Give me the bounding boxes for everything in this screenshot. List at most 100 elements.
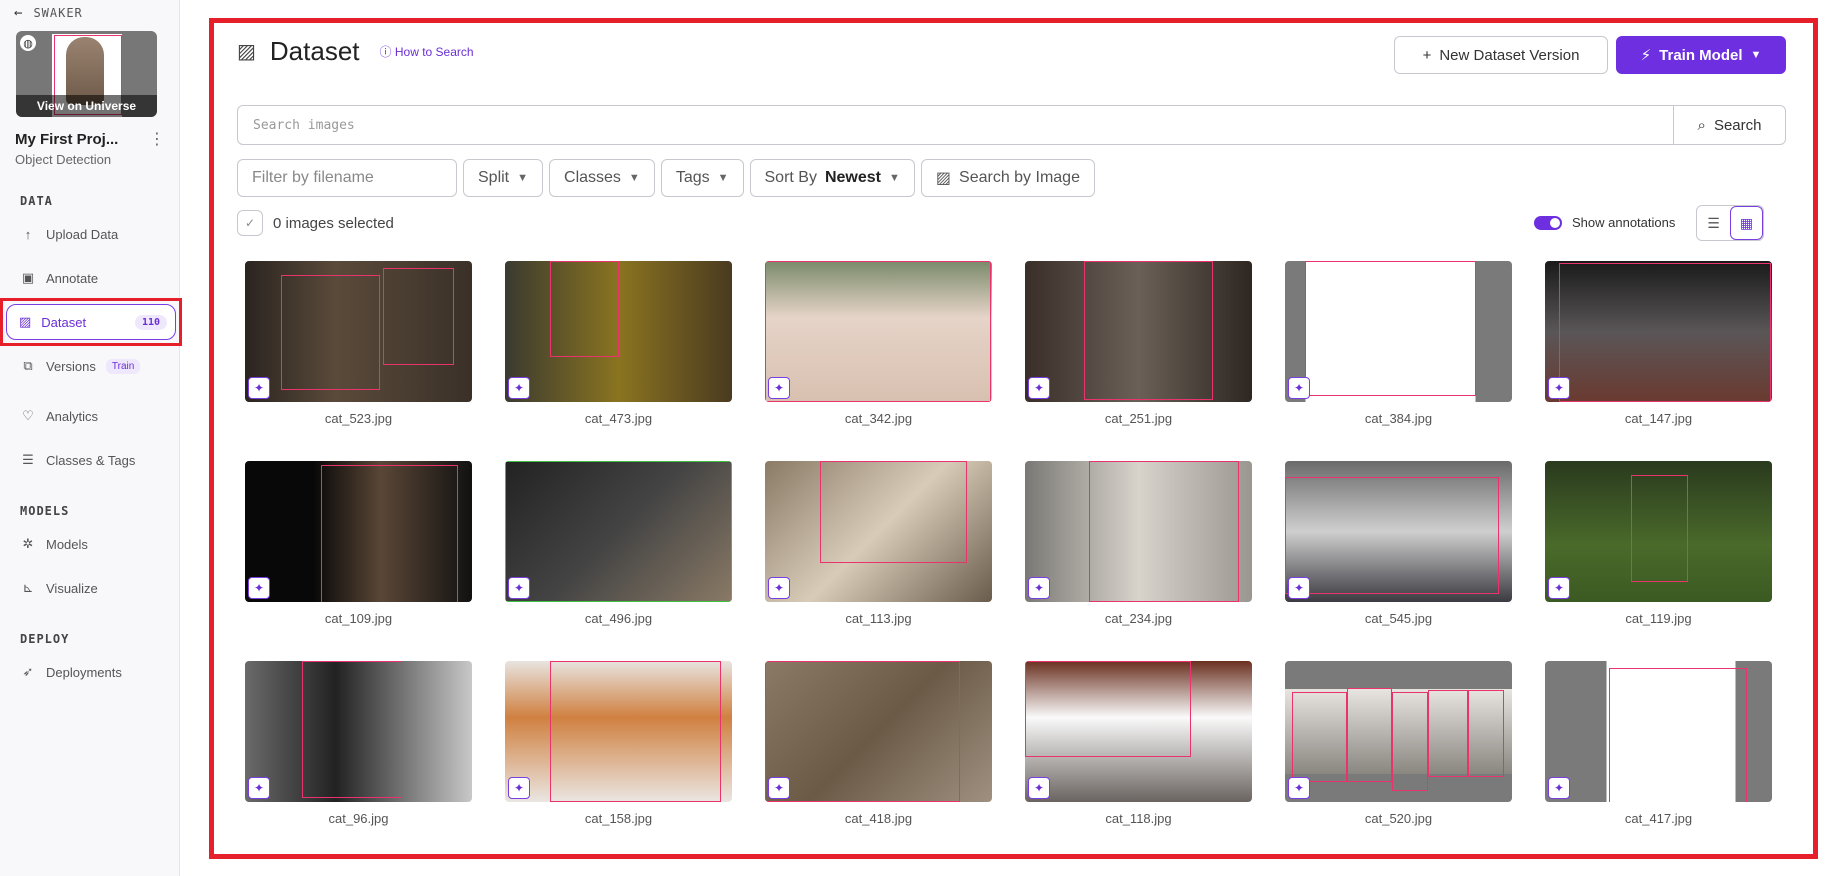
grid-view-button[interactable]: ▦ (1730, 206, 1763, 240)
image-card[interactable]: ✦ cat_418.jpg (765, 661, 992, 861)
more-icon[interactable]: ⋮ (149, 131, 165, 148)
search-by-image-button[interactable]: ▨ Search by Image (920, 159, 1095, 197)
bounding-box (302, 661, 402, 799)
view-on-universe[interactable]: View on Universe (16, 95, 157, 117)
sort-dropdown[interactable]: Sort By Newest ▼ (749, 159, 915, 197)
bounding-box (1346, 687, 1392, 782)
image-card[interactable]: ✦ cat_496.jpg (505, 461, 732, 661)
image-thumbnail[interactable]: ✦ (765, 461, 992, 602)
project-name[interactable]: My First Proj... (15, 131, 118, 148)
image-filename: cat_520.jpg (1364, 811, 1433, 826)
image-card[interactable]: ✦ cat_113.jpg (765, 461, 992, 661)
image-thumbnail[interactable]: ✦ (505, 461, 732, 602)
new-dataset-version-button[interactable]: + New Dataset Version (1394, 36, 1608, 74)
sidebar-item-dataset[interactable]: ▨ Dataset 110 (6, 304, 176, 340)
sidebar-item-label: Analytics (46, 408, 99, 424)
tags-dropdown[interactable]: Tags ▼ (660, 159, 744, 197)
dataset-count-badge: 110 (134, 314, 167, 330)
image-card[interactable]: ✦ cat_342.jpg (765, 261, 992, 461)
image-card[interactable]: ✦ cat_118.jpg (1025, 661, 1252, 861)
classes-dropdown[interactable]: Classes ▼ (549, 159, 655, 197)
search-icon: ⌕ (1697, 116, 1706, 134)
image-thumbnail[interactable]: ✦ (245, 461, 472, 602)
selection-row: ✓ 0 images selected (237, 210, 394, 236)
image-thumbnail[interactable]: ✦ (1285, 661, 1512, 802)
train-model-button[interactable]: ⚡ Train Model ▼ (1616, 36, 1786, 74)
image-thumbnail[interactable]: ✦ (245, 261, 472, 402)
annotated-icon: ✦ (508, 577, 530, 599)
bounding-box (819, 461, 968, 564)
image-card[interactable]: ✦ cat_545.jpg (1285, 461, 1512, 661)
how-to-search-link[interactable]: ⓘ How to Search (380, 43, 474, 60)
globe-icon: ◍ (20, 35, 36, 51)
sidebar-item-deployments[interactable]: ➶ Deployments (0, 654, 179, 690)
sidebar-item-label: Annotate (46, 270, 99, 286)
image-thumbnail[interactable]: ✦ (765, 261, 992, 402)
image-thumbnail[interactable]: ✦ (245, 661, 472, 802)
image-thumbnail[interactable]: ✦ (1545, 461, 1772, 602)
image-card[interactable]: ✦ cat_251.jpg (1025, 261, 1252, 461)
dataset-panel: ▨ Dataset ⓘ How to Search + New Dataset … (209, 18, 1818, 859)
section-data: DATA (20, 194, 53, 208)
chevron-down-icon: ▼ (1750, 49, 1762, 61)
image-thumbnail[interactable]: ✦ (765, 661, 992, 802)
annotated-icon: ✦ (1288, 377, 1310, 399)
image-filename: cat_384.jpg (1364, 411, 1433, 426)
sidebar-item-versions[interactable]: ⧉ Versions Train (0, 348, 179, 384)
sidebar-item-label: Deployments (46, 664, 122, 680)
back-link[interactable]: ← SWAKER (0, 0, 179, 26)
image-thumbnail[interactable]: ✦ (1025, 261, 1252, 402)
image-card[interactable]: ✦ cat_96.jpg (245, 661, 472, 861)
image-card[interactable]: ✦ cat_234.jpg (1025, 461, 1252, 661)
image-icon: ▨ (19, 314, 32, 329)
sidebar: ← SWAKER ◍ View on Universe My First Pro… (0, 0, 182, 876)
image-card[interactable]: ✦ cat_109.jpg (245, 461, 472, 661)
image-card[interactable]: ✦ cat_158.jpg (505, 661, 732, 861)
image-thumbnail[interactable]: ✦ (1285, 461, 1512, 602)
annotate-icon: ▣ (21, 270, 35, 285)
search-input[interactable] (238, 106, 1673, 144)
image-filename: cat_496.jpg (584, 611, 653, 626)
image-card[interactable]: ✦ cat_473.jpg (505, 261, 732, 461)
sidebar-item-classes[interactable]: ☰ Classes & Tags (0, 442, 179, 478)
image-card[interactable]: ✦ cat_119.jpg (1545, 461, 1772, 661)
sidebar-item-visualize[interactable]: ⊾ Visualize (0, 570, 179, 606)
sidebar-item-upload[interactable]: ↑ Upload Data (0, 216, 179, 252)
project-type: Object Detection (15, 152, 112, 167)
image-thumbnail[interactable]: ✦ (1025, 661, 1252, 802)
annotated-icon: ✦ (1548, 377, 1570, 399)
annotated-icon: ✦ (248, 377, 270, 399)
list-view-button[interactable]: ☰ (1697, 206, 1730, 240)
filename-input[interactable] (252, 169, 442, 187)
show-annotations-label: Show annotations (1572, 215, 1676, 230)
image-filename: cat_119.jpg (1625, 611, 1692, 626)
sidebar-item-models[interactable]: ✲ Models (0, 526, 179, 562)
image-card[interactable]: ✦ cat_147.jpg (1545, 261, 1772, 461)
image-thumbnail[interactable]: ✦ (505, 261, 732, 402)
image-thumbnail[interactable]: ✦ (1545, 261, 1772, 402)
image-thumbnail[interactable]: ✦ (1545, 661, 1772, 802)
show-annotations-toggle[interactable] (1534, 215, 1562, 230)
button-label: Search by Image (959, 169, 1080, 186)
select-all-checkbox[interactable]: ✓ (237, 210, 263, 236)
image-filename: cat_342.jpg (844, 411, 913, 426)
image-filename: cat_109.jpg (324, 611, 393, 626)
project-thumbnail[interactable]: ◍ View on Universe (16, 31, 157, 117)
image-card[interactable]: ✦ cat_520.jpg (1285, 661, 1512, 861)
how-to-label: How to Search (394, 45, 474, 59)
annotated-icon: ✦ (768, 577, 790, 599)
page-title: Dataset (269, 36, 360, 66)
image-card[interactable]: ✦ cat_384.jpg (1285, 261, 1512, 461)
image-thumbnail[interactable]: ✦ (505, 661, 732, 802)
image-card[interactable]: ✦ cat_417.jpg (1545, 661, 1772, 861)
section-models: MODELS (20, 504, 70, 518)
sidebar-item-annotate[interactable]: ▣ Annotate (0, 260, 179, 296)
image-filename: cat_96.jpg (328, 811, 389, 826)
split-dropdown[interactable]: Split ▼ (463, 159, 544, 197)
sidebar-item-analytics[interactable]: ♡ Analytics (0, 398, 179, 434)
image-thumbnail[interactable]: ✦ (1285, 261, 1512, 402)
image-card[interactable]: ✦ cat_523.jpg (245, 261, 472, 461)
search-button[interactable]: ⌕ Search (1673, 106, 1785, 144)
bounding-box (505, 461, 732, 602)
image-thumbnail[interactable]: ✦ (1025, 461, 1252, 602)
